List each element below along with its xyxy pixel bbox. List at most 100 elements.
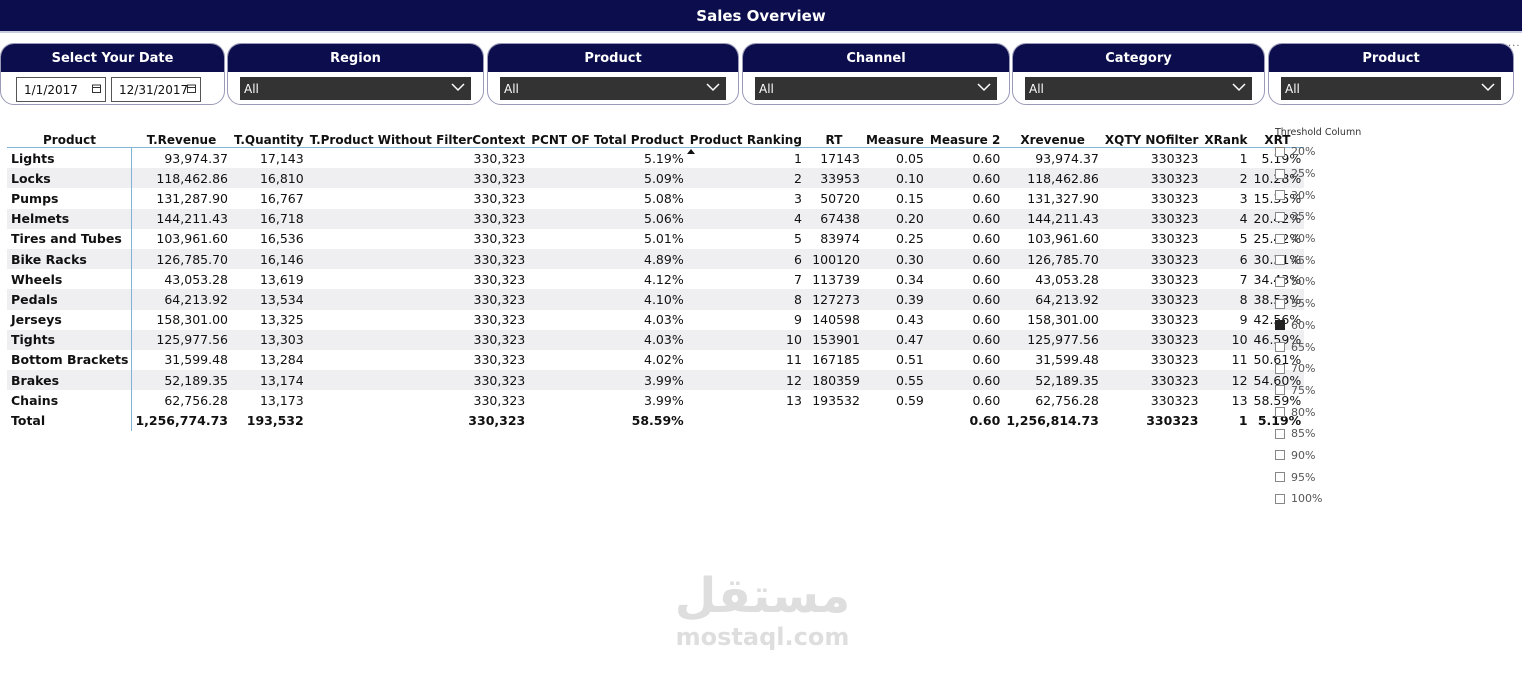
table-cell: 330,323 <box>473 231 526 247</box>
product-dropdown-2[interactable]: All <box>1281 77 1501 100</box>
checkbox-checked-icon[interactable] <box>1275 320 1285 331</box>
threshold-option[interactable]: 30% <box>1275 184 1361 206</box>
table-cell: 330,323 <box>306 370 529 391</box>
checkbox-icon[interactable] <box>1275 146 1285 157</box>
table-row: Wheels 43,053.28 13,619 330,323 4.12% 7 113739… <box>7 269 1304 290</box>
threshold-option[interactable]: 100% <box>1275 488 1361 510</box>
table-cell: 0.60 <box>926 329 1004 350</box>
table-cell: 330,323 <box>306 289 529 310</box>
table-cell: 17,143 <box>259 150 304 166</box>
threshold-option[interactable]: 20% <box>1275 141 1361 163</box>
column-header[interactable]: XQTY NOfilter <box>1101 127 1202 148</box>
checkbox-icon[interactable] <box>1275 472 1285 483</box>
table-cell: 330,323 <box>306 410 529 431</box>
column-header[interactable]: Measure <box>862 127 927 148</box>
table-row: Bike Racks 126,785.70 16,146 330,323 4.89% 6 1… <box>7 248 1305 270</box>
region-dropdown-value: All <box>244 81 259 96</box>
checkbox-icon[interactable] <box>1275 385 1285 396</box>
table-cell: 9 <box>1239 312 1248 328</box>
channel-dropdown[interactable]: All <box>755 77 997 100</box>
threshold-option[interactable]: 35% <box>1275 206 1361 228</box>
threshold-option[interactable]: 85% <box>1275 423 1361 445</box>
checkbox-icon[interactable] <box>1275 190 1285 201</box>
checkbox-icon[interactable] <box>1275 363 1285 374</box>
threshold-option[interactable]: 70% <box>1275 358 1361 380</box>
category-dropdown[interactable]: All <box>1025 77 1252 100</box>
region-slicer-title: Region <box>228 44 483 72</box>
table-cell: 144,211.43 <box>1003 208 1102 229</box>
column-header[interactable]: T.Revenue <box>131 127 231 148</box>
table-cell: 16,536 <box>259 231 304 247</box>
checkbox-icon[interactable] <box>1275 428 1285 439</box>
threshold-option[interactable]: 60% <box>1275 315 1361 337</box>
table-cell: 10 <box>1201 329 1251 350</box>
table-cell: 330323 <box>1101 168 1202 189</box>
threshold-option[interactable]: 50% <box>1275 271 1361 293</box>
table-cell: 52,189.35 <box>131 370 231 391</box>
table-cell: 0.59 <box>896 392 924 408</box>
table-cell: 2 <box>1201 168 1251 189</box>
chevron-down-icon[interactable] <box>1481 80 1495 94</box>
chevron-down-icon[interactable] <box>706 80 720 94</box>
table-header-row: Product T.Revenue T.Quantity T.Product W… <box>7 127 1305 154</box>
table-cell: 0.60 <box>926 208 1004 229</box>
table-cell: 0.60 <box>972 352 1001 368</box>
channel-slicer: Channel All <box>742 43 1010 105</box>
chevron-down-icon[interactable] <box>1232 80 1246 94</box>
table-cell: 0.60 <box>972 231 1001 247</box>
column-header[interactable]: T.Quantity <box>230 127 307 148</box>
table-cell: 180359 <box>804 370 863 391</box>
checkbox-icon[interactable] <box>1275 168 1285 179</box>
more-options-icon[interactable]: ··· <box>1508 41 1521 52</box>
checkbox-icon[interactable] <box>1275 211 1285 222</box>
table-cell: 16,767 <box>259 190 304 206</box>
column-header[interactable]: RT <box>804 127 863 148</box>
checkbox-icon[interactable] <box>1275 493 1285 504</box>
threshold-option[interactable]: 45% <box>1275 249 1361 271</box>
threshold-option[interactable]: 75% <box>1275 380 1361 402</box>
threshold-option[interactable]: 40% <box>1275 228 1361 250</box>
calendar-icon[interactable] <box>187 84 196 93</box>
row-label: Brakes <box>7 370 133 391</box>
column-header-label: Product Ranking <box>689 133 802 147</box>
column-header[interactable]: PCNT OF Total Product <box>528 127 687 148</box>
table-cell: 2 <box>686 168 805 189</box>
column-header[interactable]: Product <box>7 127 132 148</box>
table-cell: 1 <box>1201 410 1251 431</box>
checkbox-icon[interactable] <box>1275 407 1285 418</box>
checkbox-icon[interactable] <box>1275 255 1285 266</box>
threshold-option[interactable]: 90% <box>1275 445 1361 467</box>
table-cell: 0.60 <box>926 168 1004 189</box>
row-label: Tights <box>7 329 133 350</box>
region-dropdown[interactable]: All <box>240 77 471 100</box>
table-cell: 330,323 <box>306 248 529 270</box>
column-header[interactable]: Measure 2 <box>926 127 1004 148</box>
checkbox-icon[interactable] <box>1275 450 1285 461</box>
calendar-icon[interactable] <box>92 84 101 93</box>
table-cell: 5.19% <box>644 150 684 166</box>
column-header-sorted[interactable]: Product Ranking <box>686 127 805 154</box>
checkbox-icon[interactable] <box>1275 233 1285 244</box>
chevron-down-icon[interactable] <box>451 80 465 94</box>
table-cell: 330323 <box>1101 410 1202 431</box>
table-cell: 16,146 <box>230 248 307 270</box>
column-header[interactable]: XRank <box>1201 127 1251 148</box>
column-header[interactable]: Xrevenue <box>1003 127 1102 148</box>
row-label: Total <box>7 410 133 431</box>
threshold-option[interactable]: 95% <box>1275 466 1361 488</box>
end-date-input[interactable]: 12/31/2017 <box>111 77 201 102</box>
threshold-option[interactable]: 55% <box>1275 293 1361 315</box>
chevron-down-icon[interactable] <box>977 80 991 94</box>
checkbox-icon[interactable] <box>1275 342 1285 353</box>
checkbox-icon[interactable] <box>1275 276 1285 287</box>
table-cell: 16,718 <box>230 208 307 229</box>
threshold-option[interactable]: 65% <box>1275 336 1361 358</box>
threshold-option[interactable]: 25% <box>1275 163 1361 185</box>
start-date-input[interactable]: 1/1/2017 <box>16 77 106 102</box>
threshold-option[interactable]: 80% <box>1275 401 1361 423</box>
column-header[interactable]: T.Product Without FilterContext <box>306 127 529 148</box>
checkbox-icon[interactable] <box>1275 298 1285 309</box>
product-dropdown[interactable]: All <box>500 77 726 100</box>
table-cell <box>686 410 805 431</box>
table-cell: 0.30 <box>862 248 927 270</box>
